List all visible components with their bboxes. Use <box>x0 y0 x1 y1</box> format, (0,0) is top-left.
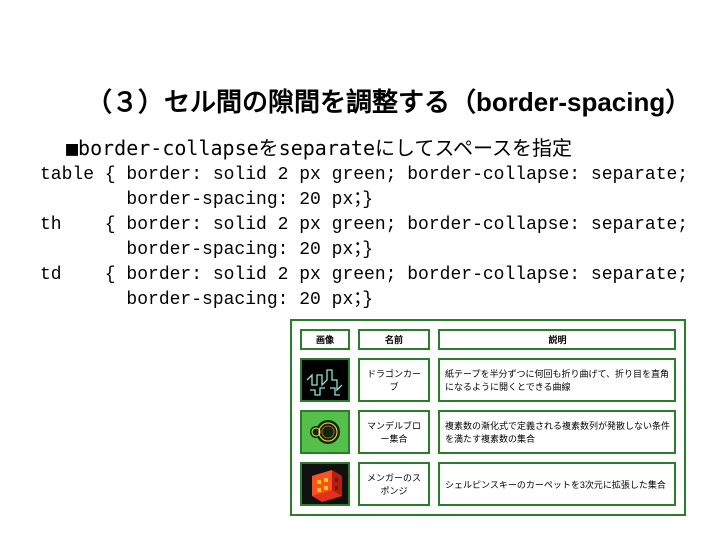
code-line: border-spacing: 20 px；} <box>40 240 373 260</box>
col-header-desc: 説明 <box>438 329 676 350</box>
page-subtitle: ■border-collapseをseparateにしてスペースを指定 <box>66 132 572 161</box>
table-header-row: 画像 名前 説明 <box>300 329 676 350</box>
code-line: td { border: solid 2 px green; border-co… <box>40 265 688 285</box>
table-row: メンガーのスポンジ シェルピンスキーのカーペットを3次元に拡張した集合 <box>300 462 676 506</box>
page-title: （３）セル間の隙間を調整する（border-spacing） <box>86 82 691 119</box>
dragon-curve-icon <box>302 360 348 400</box>
thumb-cell <box>300 462 350 506</box>
code-line: border-spacing: 20 px；} <box>40 190 373 210</box>
demo-table-wrapper: 画像 名前 説明 ドラゴンカーブ 紙テープを半分ずつに何回も折り曲げて、折り目を… <box>290 319 686 516</box>
name-cell: メンガーのスポンジ <box>358 462 430 506</box>
mandelbrot-icon <box>302 412 348 452</box>
col-header-name: 名前 <box>358 329 430 350</box>
thumb-cell <box>300 410 350 454</box>
table-row: ドラゴンカーブ 紙テープを半分ずつに何回も折り曲げて、折り目を直角になるように開… <box>300 358 676 402</box>
demo-table: 画像 名前 説明 ドラゴンカーブ 紙テープを半分ずつに何回も折り曲げて、折り目を… <box>290 319 686 516</box>
css-code-sample: table { border: solid 2 px green; border… <box>40 163 688 313</box>
thumb-cell <box>300 358 350 402</box>
code-line: th { border: solid 2 px green; border-co… <box>40 215 688 235</box>
menger-sponge-icon <box>302 464 348 504</box>
col-header-image: 画像 <box>300 329 350 350</box>
name-cell: ドラゴンカーブ <box>358 358 430 402</box>
desc-cell: 複素数の漸化式で定義される複素数列が発散しない条件を満たす複素数の集合 <box>438 410 676 454</box>
code-line: table { border: solid 2 px green; border… <box>40 165 688 185</box>
table-row: マンデルブロー集合 複素数の漸化式で定義される複素数列が発散しない条件を満たす複… <box>300 410 676 454</box>
code-line: border-spacing: 20 px；} <box>40 290 373 310</box>
name-cell: マンデルブロー集合 <box>358 410 430 454</box>
desc-cell: 紙テープを半分ずつに何回も折り曲げて、折り目を直角になるように開くとできる曲線 <box>438 358 676 402</box>
desc-cell: シェルピンスキーのカーペットを3次元に拡張した集合 <box>438 462 676 506</box>
